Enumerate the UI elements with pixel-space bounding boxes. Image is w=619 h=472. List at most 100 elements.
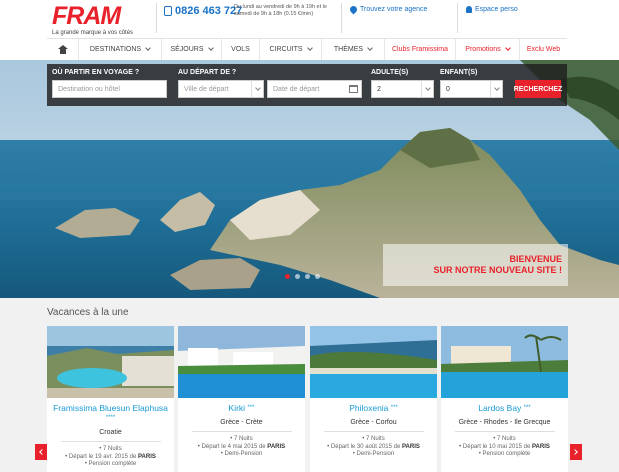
featured-section: Vacances à la une Framissima Bluesun Ela… bbox=[0, 298, 619, 472]
offer-board: Pension complète bbox=[88, 461, 137, 467]
slider-dot[interactable] bbox=[305, 274, 310, 279]
destination-placeholder: Destination ou hôtel bbox=[58, 85, 120, 93]
nav-vols[interactable]: Vols bbox=[222, 39, 260, 60]
offer-card[interactable]: Framissima Bluesun Elaphusa **** Croatie… bbox=[47, 326, 174, 472]
phone-hours: Du lundi au vendredi de 9h à 19h et le s… bbox=[234, 4, 327, 17]
nav-destinations[interactable]: Destinations bbox=[79, 39, 162, 60]
search-button[interactable]: RECHERCHEZ bbox=[514, 80, 562, 98]
offer-details: • 7 Nuits • Départ le 19 avr. 2015 de PA… bbox=[65, 446, 156, 467]
nav-label: Circuits bbox=[269, 46, 303, 53]
offer-departure: Départ le 30 août 2015 de bbox=[330, 443, 401, 450]
site-header: FRAM La grande marque à vos côtés 0826 4… bbox=[0, 0, 619, 38]
carousel-next-button[interactable] bbox=[570, 444, 582, 460]
departure-date-input[interactable]: Date de départ bbox=[267, 80, 362, 98]
offer-nights: 7 Nuits bbox=[366, 436, 385, 442]
offer-city: PARIS bbox=[401, 443, 420, 450]
offer-board: Pension complète bbox=[482, 451, 531, 457]
logo-wordmark: FRAM bbox=[52, 2, 121, 30]
welcome-line-1: BIENVENUE bbox=[509, 254, 562, 264]
home-icon bbox=[57, 45, 68, 54]
chevron-down-icon bbox=[490, 81, 502, 97]
offer-image bbox=[178, 326, 305, 398]
nav-label: Thèmes bbox=[333, 46, 364, 53]
phone-contact[interactable]: 0826 463 727 bbox=[164, 5, 242, 17]
offer-departure: Départ le 19 avr. 2015 de bbox=[68, 453, 137, 460]
phone-icon bbox=[164, 6, 172, 16]
nav-label: Vols bbox=[231, 46, 250, 53]
offer-destination: Grèce - Corfou bbox=[350, 419, 397, 426]
offer-name: Framissima Bluesun Elaphusa **** bbox=[47, 403, 174, 423]
offer-departure: Départ le 10 mai 2015 de bbox=[462, 443, 531, 450]
section-title: Vacances à la une bbox=[47, 307, 129, 318]
nav-circuits[interactable]: Circuits bbox=[260, 39, 322, 60]
city-placeholder: Ville de départ bbox=[184, 85, 229, 93]
nav-themes[interactable]: Thèmes bbox=[322, 39, 385, 60]
offer-departure: Départ le 4 mai 2015 de bbox=[201, 443, 266, 450]
offer-name: Kirki *** bbox=[178, 403, 305, 413]
phone-number: 0826 463 727 bbox=[175, 5, 243, 17]
header-divider bbox=[156, 3, 157, 33]
offer-name: Lardos Bay *** bbox=[441, 403, 568, 413]
chevron-down-icon bbox=[504, 45, 511, 51]
offer-board: Demi-Pension bbox=[224, 451, 263, 457]
offer-card[interactable]: Philoxenia *** Grèce - Corfou • 7 Nuits … bbox=[310, 326, 437, 472]
offer-title: Lardos Bay bbox=[478, 403, 522, 413]
chevron-down-icon bbox=[207, 45, 214, 51]
adults-select[interactable]: 2 bbox=[371, 80, 434, 98]
account-link[interactable]: Espace perso bbox=[466, 6, 518, 13]
departure-label: AU DÉPART DE ? bbox=[178, 69, 237, 76]
slider-dot[interactable] bbox=[285, 274, 290, 279]
offer-destination: Grèce - Rhodes - Ile Grecque bbox=[458, 419, 551, 426]
nav-clubs-framissima[interactable]: Clubs Framissima bbox=[385, 39, 456, 60]
nav-exclu-web[interactable]: Exclu Web bbox=[520, 39, 567, 60]
children-value: 0 bbox=[446, 85, 450, 93]
offer-title: Kirki bbox=[228, 403, 246, 413]
card-divider bbox=[323, 431, 424, 432]
offer-destination: Grèce - Crète bbox=[220, 419, 263, 426]
nav-label: Promotions bbox=[465, 46, 501, 53]
logo-tagline: La grande marque à vos côtés bbox=[52, 30, 134, 36]
destination-input[interactable]: Destination ou hôtel bbox=[52, 80, 167, 98]
offer-card[interactable]: Lardos Bay *** Grèce - Rhodes - Ile Grec… bbox=[441, 326, 568, 472]
nav-sejours[interactable]: Séjours bbox=[162, 39, 222, 60]
search-form: OÙ PARTIR EN VOYAGE ? Destination ou hôt… bbox=[47, 64, 567, 106]
nav-promotions[interactable]: Promotions bbox=[456, 39, 520, 60]
chevron-down-icon bbox=[306, 45, 313, 51]
header-divider bbox=[457, 3, 458, 33]
offer-stars: *** bbox=[247, 405, 255, 411]
fram-logo[interactable]: FRAM La grande marque à vos côtés bbox=[52, 4, 133, 37]
nav-label: Exclu Web bbox=[526, 46, 561, 53]
welcome-line-2: SUR NOTRE NOUVEAU SITE ! bbox=[433, 265, 562, 275]
nav-label: Séjours bbox=[170, 46, 204, 53]
departure-city-select[interactable]: Ville de départ bbox=[178, 80, 264, 98]
adults-value: 2 bbox=[377, 85, 381, 93]
carousel-prev-button[interactable] bbox=[35, 444, 47, 460]
offer-details: • 7 Nuits • Départ le 30 août 2015 de PA… bbox=[327, 436, 420, 457]
welcome-banner: BIENVENUE SUR NOTRE NOUVEAU SITE ! bbox=[383, 244, 568, 286]
chevron-down-icon bbox=[251, 81, 263, 97]
nav-home[interactable] bbox=[47, 39, 79, 60]
children-label: ENFANT(S) bbox=[440, 69, 478, 76]
offer-card[interactable]: Kirki *** Grèce - Crète • 7 Nuits • Dépa… bbox=[178, 326, 305, 472]
offer-nights: 7 Nuits bbox=[497, 436, 516, 442]
offer-title: Framissima Bluesun Elaphusa bbox=[53, 403, 168, 413]
offer-stars: **** bbox=[105, 415, 116, 421]
offer-image bbox=[310, 326, 437, 398]
main-nav: Destinations Séjours Vols Circuits Thème… bbox=[47, 38, 567, 60]
chevron-down-icon bbox=[145, 45, 151, 51]
destination-label: OÙ PARTIR EN VOYAGE ? bbox=[52, 69, 140, 76]
nav-label: Clubs Framissima bbox=[391, 46, 448, 53]
card-divider bbox=[60, 441, 161, 442]
offer-board: Demi-Pension bbox=[356, 451, 395, 457]
offer-image bbox=[47, 326, 174, 398]
offer-title: Philoxenia bbox=[349, 403, 389, 413]
offer-details: • 7 Nuits • Départ le 4 mai 2015 de PARI… bbox=[197, 436, 286, 457]
find-agency-link[interactable]: Trouvez votre agence bbox=[348, 4, 427, 15]
card-divider bbox=[454, 431, 555, 432]
chevron-right-icon bbox=[572, 449, 578, 455]
children-select[interactable]: 0 bbox=[440, 80, 503, 98]
chevron-left-icon bbox=[39, 449, 45, 455]
adults-label: ADULTE(S) bbox=[371, 69, 409, 76]
slider-dot[interactable] bbox=[315, 274, 320, 279]
slider-dot[interactable] bbox=[295, 274, 300, 279]
